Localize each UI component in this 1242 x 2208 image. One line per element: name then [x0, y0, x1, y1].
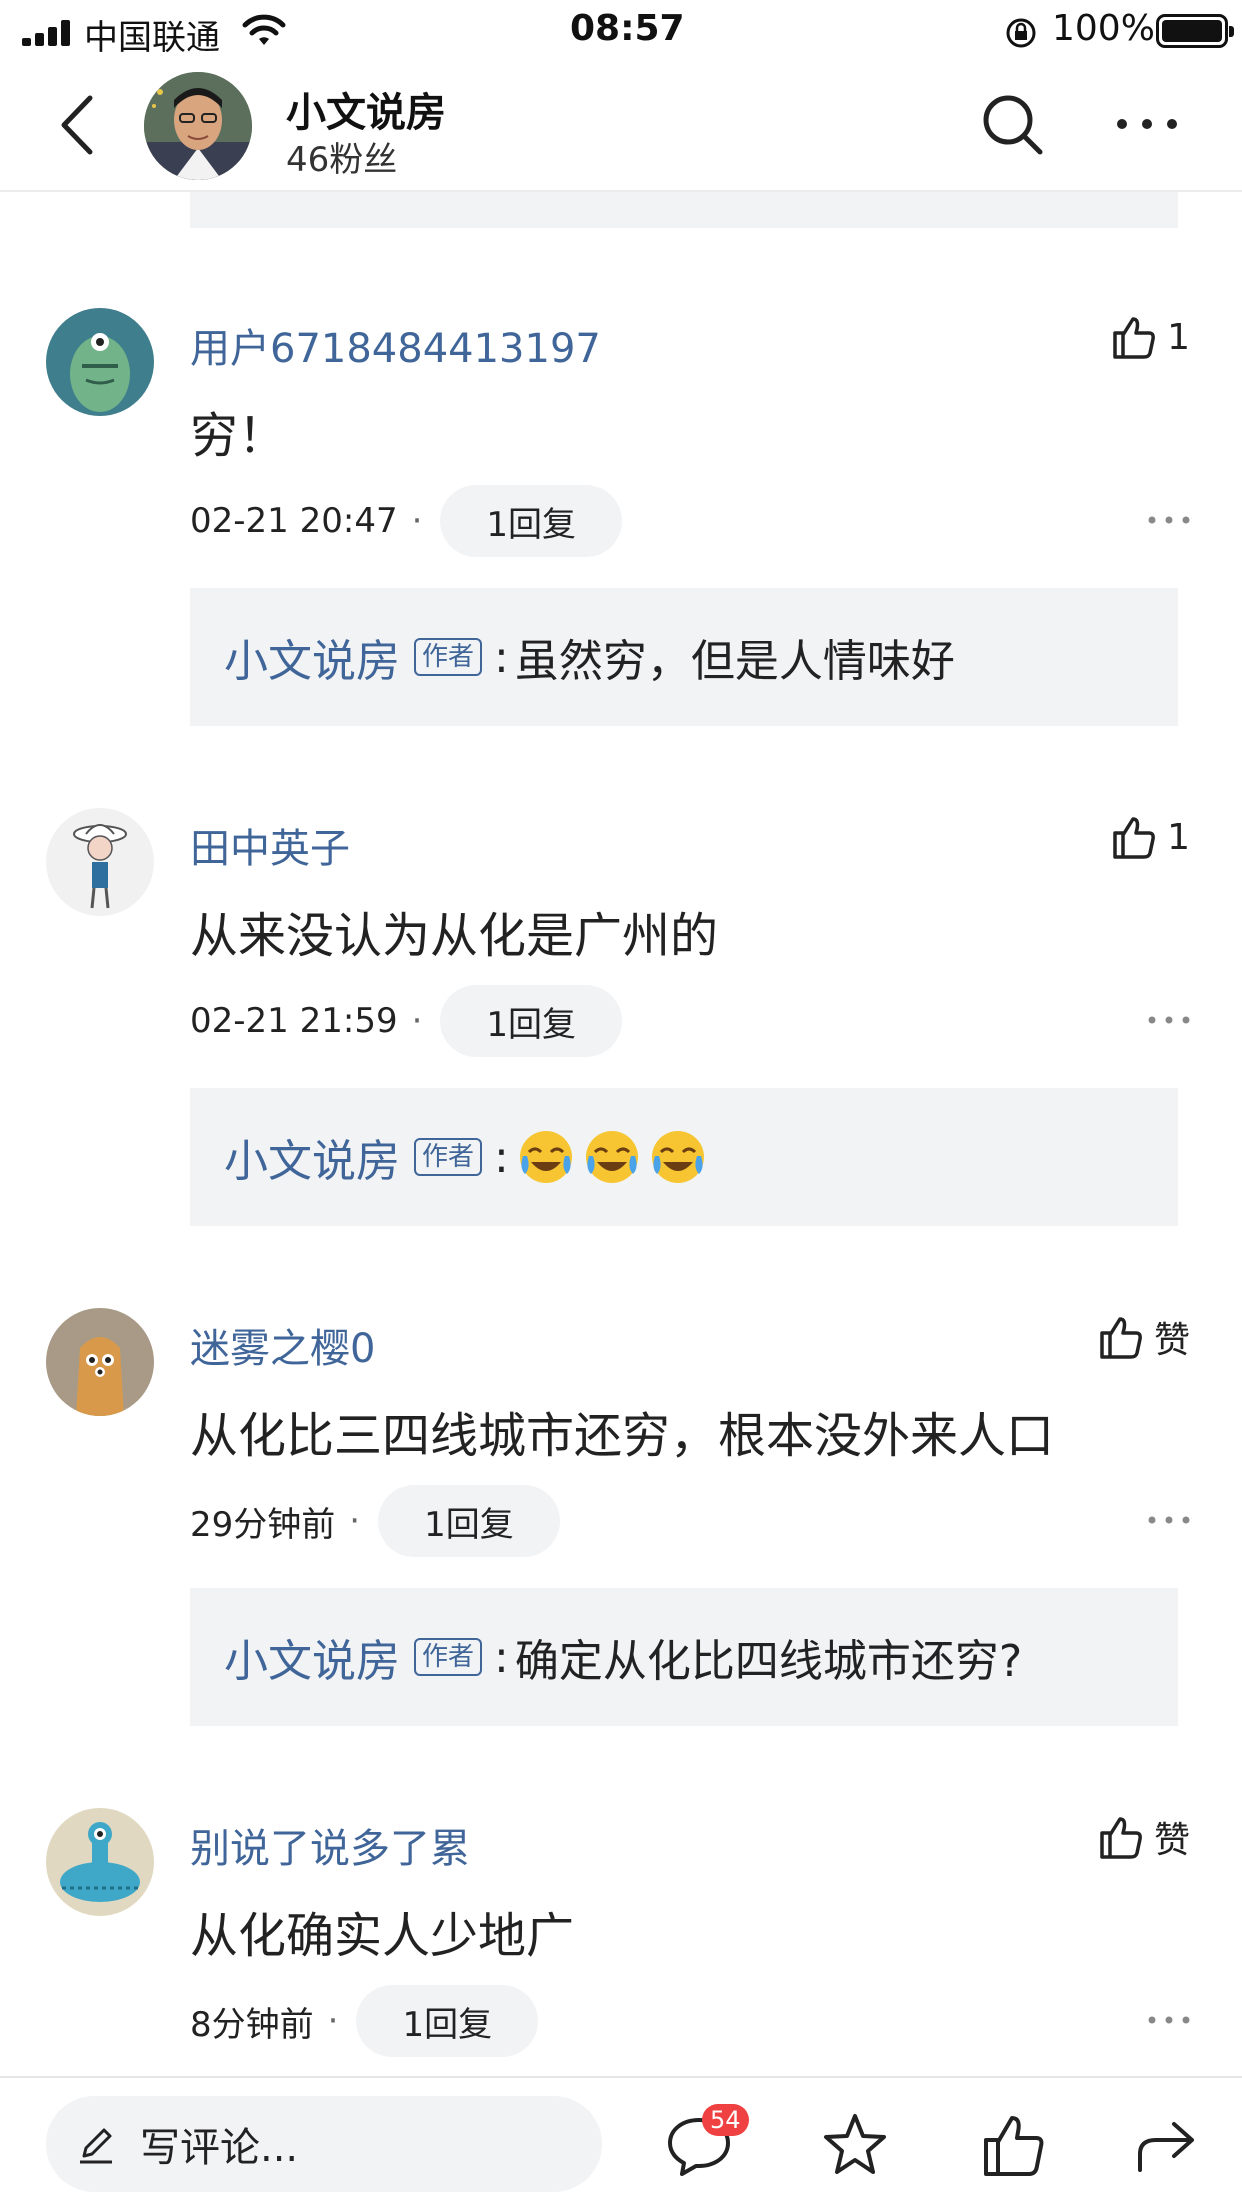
comment-username[interactable]: 用户6718484413197: [190, 316, 601, 374]
thumbs-up-icon: [1100, 1817, 1142, 1859]
reply-colon: :: [494, 1131, 509, 1183]
reply-count-button[interactable]: 1回复: [440, 985, 623, 1057]
author-badge: 作者: [414, 638, 483, 676]
comment-like-button[interactable]: 赞: [1096, 1312, 1190, 1362]
comment-time: 02-21 21:59: [190, 1001, 398, 1041]
author-reply[interactable]: 小文说房 作者 :: [190, 1088, 1178, 1226]
author-name[interactable]: 小文说房: [286, 80, 446, 138]
author-reply[interactable]: 小文说房 作者 : 确定从化比四线城市还穷?: [190, 1588, 1178, 1726]
reply-text: 确定从化比四线城市还穷?: [514, 1636, 1023, 1687]
reply-count-button[interactable]: 1回复: [356, 1985, 539, 2057]
comment-time: 29分钟前: [190, 1504, 336, 1545]
comment-more-icon[interactable]: [1146, 2008, 1192, 2032]
reply-text: 虽然穷，但是人情味好: [514, 636, 955, 687]
author-badge: 作者: [414, 1138, 483, 1176]
reply-author-name[interactable]: 小文说房: [224, 625, 400, 689]
separator-dot: ·: [349, 1501, 361, 1541]
thumbs-up-icon: [1113, 317, 1155, 359]
comment-time: 02-21 20:47: [190, 501, 398, 541]
separator-dot: ·: [411, 501, 423, 541]
reply-colon: :: [494, 631, 509, 683]
reply-count-button[interactable]: 1回复: [440, 485, 623, 557]
comment-username[interactable]: 迷雾之樱0: [190, 1316, 375, 1374]
search-icon[interactable]: [980, 92, 1046, 158]
comment-meta: 02-21 20:47 · 1回复: [190, 484, 623, 558]
status-bar: 中国联通 08:57 100%: [0, 0, 1242, 62]
crying-laughing-emoji-icon: [651, 1131, 704, 1183]
wifi-icon: [242, 14, 286, 45]
comment-text: 从化比三四线城市还穷，根本没外来人口: [190, 1408, 1055, 1464]
reply-author-name[interactable]: 小文说房: [224, 1625, 400, 1689]
like-count: 1: [1167, 816, 1190, 858]
rotation-lock-icon: [1006, 18, 1036, 48]
separator-dot: ·: [411, 1001, 423, 1041]
author-reply[interactable]: 小文说房 作者 : 虽然穷，但是人情味好: [190, 588, 1178, 726]
comment-time: 8分钟前: [190, 2004, 314, 2045]
carrier-label: 中国联通: [84, 18, 220, 58]
comment-more-icon[interactable]: [1146, 1008, 1192, 1032]
user-avatar[interactable]: [46, 308, 154, 416]
thumbs-up-icon: [1100, 1317, 1142, 1359]
more-icon[interactable]: [1112, 106, 1182, 142]
comment-text: 从化确实人少地广: [190, 1908, 575, 1964]
battery-percent: 100%: [1052, 8, 1155, 49]
user-avatar[interactable]: [46, 808, 154, 916]
user-avatar[interactable]: [46, 1808, 154, 1916]
comment-username[interactable]: 别说了说多了累: [190, 1816, 470, 1874]
comment-text: 从来没认为从化是广州的: [190, 908, 719, 964]
clock: 08:57: [570, 8, 685, 49]
comment-text: 穷！: [190, 408, 287, 464]
comment-meta: 8分钟前 · 1回复: [190, 1984, 539, 2058]
user-avatar[interactable]: [46, 1308, 154, 1416]
comment-more-icon[interactable]: [1146, 1508, 1192, 1532]
battery-icon: [1156, 14, 1234, 48]
pen-icon: [80, 2128, 112, 2164]
thumbs-up-icon[interactable]: [978, 2110, 1048, 2180]
signal-icon: [22, 20, 72, 46]
write-comment-input[interactable]: 写评论...: [46, 2096, 602, 2192]
comment-meta: 29分钟前 · 1回复: [190, 1484, 560, 1558]
author-fans-count: 46粉丝: [286, 140, 398, 180]
like-count: 1: [1167, 316, 1190, 358]
author-avatar[interactable]: [144, 72, 252, 180]
reply-colon: :: [494, 1631, 509, 1683]
crying-laughing-emoji-icon: [519, 1131, 572, 1183]
comment-like-button[interactable]: 赞: [1096, 1812, 1190, 1862]
author-badge: 作者: [414, 1638, 483, 1676]
reply-author-name[interactable]: 小文说房: [224, 1125, 400, 1189]
comment-like-button[interactable]: 1: [1109, 812, 1190, 862]
comment-like-button[interactable]: 1: [1109, 312, 1190, 362]
thumbs-up-icon: [1113, 817, 1155, 859]
separator-dot: ·: [327, 2001, 339, 2041]
reply-count-button[interactable]: 1回复: [378, 1485, 560, 1557]
comment-more-icon[interactable]: [1146, 508, 1192, 532]
like-label: 赞: [1153, 1320, 1190, 1361]
star-icon[interactable]: [820, 2110, 890, 2180]
back-icon[interactable]: [50, 92, 110, 158]
comment-count-badge: 54: [702, 2104, 749, 2136]
comment-meta: 02-21 21:59 · 1回复: [190, 984, 623, 1058]
comment-username[interactable]: 田中英子: [190, 816, 350, 874]
article-header: 小文说房 46粉丝: [0, 62, 1242, 192]
bottom-action-bar: 写评论... 54: [0, 2076, 1242, 2208]
crying-laughing-emoji-icon: [585, 1131, 638, 1183]
reply-box-partial: [190, 192, 1178, 228]
write-comment-placeholder: 写评论...: [140, 2125, 299, 2171]
share-icon[interactable]: [1132, 2110, 1202, 2180]
like-label: 赞: [1153, 1820, 1190, 1861]
